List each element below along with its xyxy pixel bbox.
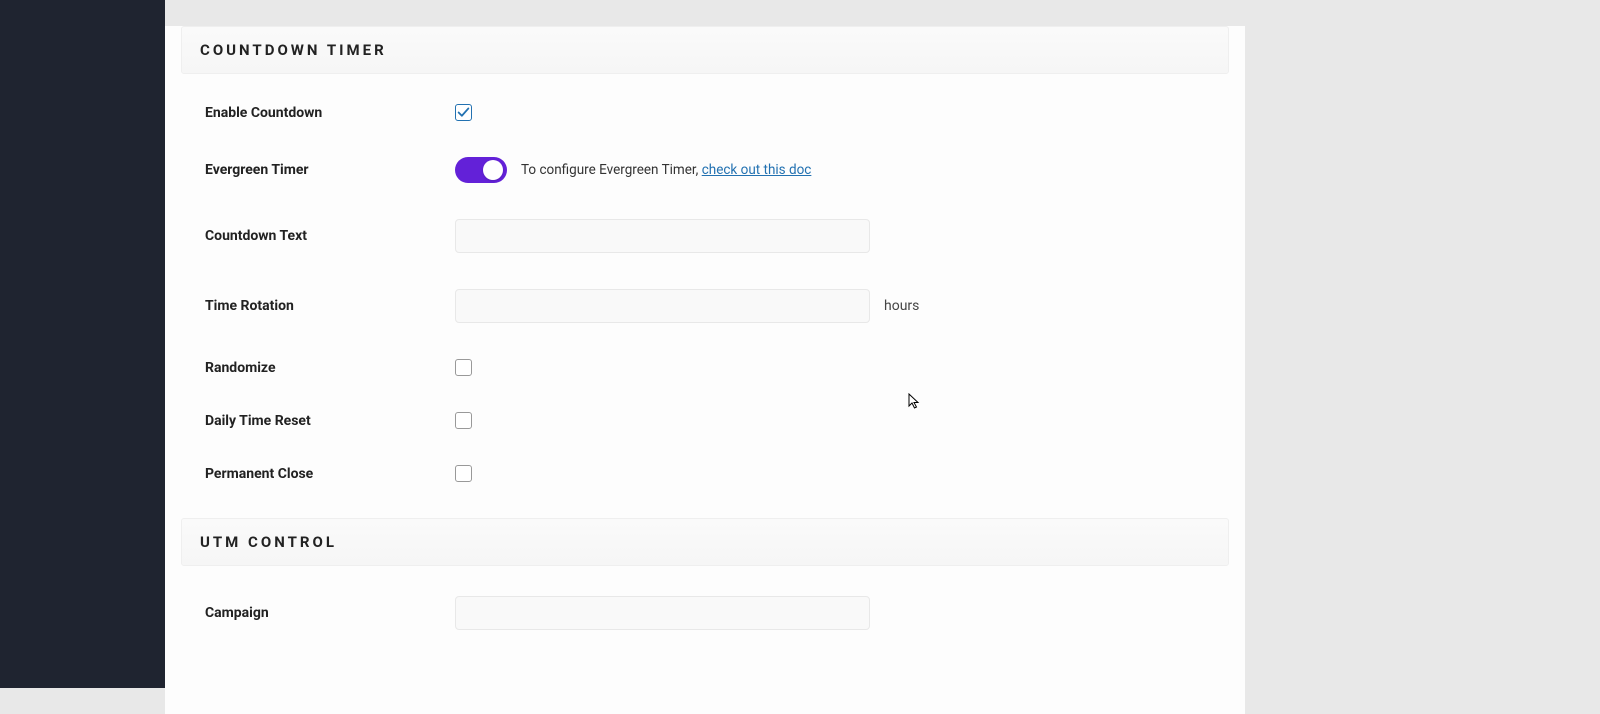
- checkbox-daily-time-reset[interactable]: [455, 412, 472, 429]
- section-title-utm: UTM CONTROL: [200, 533, 1210, 551]
- checkbox-permanent-close[interactable]: [455, 465, 472, 482]
- row-countdown-text: Countdown Text: [181, 219, 1229, 253]
- section-header-utm: UTM CONTROL: [181, 518, 1229, 566]
- content-area: COUNTDOWN TIMER Enable Countdown Evergre…: [165, 0, 1600, 688]
- row-time-rotation: Time Rotation hours: [181, 289, 1229, 323]
- checkbox-enable-countdown[interactable]: [455, 104, 472, 121]
- label-enable-countdown: Enable Countdown: [205, 105, 455, 121]
- label-countdown-text: Countdown Text: [205, 228, 455, 244]
- link-evergreen-doc[interactable]: check out this doc: [702, 162, 812, 178]
- help-evergreen-prefix: To configure Evergreen Timer,: [521, 162, 702, 178]
- row-permanent-close: Permanent Close: [181, 465, 1229, 482]
- label-campaign: Campaign: [205, 605, 455, 621]
- row-evergreen-timer: Evergreen Timer To configure Evergreen T…: [181, 157, 1229, 183]
- toggle-knob: [483, 160, 503, 180]
- row-randomize: Randomize: [181, 359, 1229, 376]
- section-title-countdown: COUNTDOWN TIMER: [200, 41, 1210, 59]
- row-enable-countdown: Enable Countdown: [181, 104, 1229, 121]
- label-time-rotation: Time Rotation: [205, 298, 455, 314]
- input-campaign[interactable]: [455, 596, 870, 630]
- suffix-hours: hours: [884, 298, 919, 314]
- checkbox-randomize[interactable]: [455, 359, 472, 376]
- admin-sidebar: [0, 0, 165, 688]
- toggle-evergreen-timer[interactable]: [455, 157, 507, 183]
- help-evergreen-timer: To configure Evergreen Timer, check out …: [521, 162, 811, 178]
- section-header-countdown: COUNTDOWN TIMER: [181, 26, 1229, 74]
- label-evergreen-timer: Evergreen Timer: [205, 162, 455, 178]
- input-time-rotation[interactable]: [455, 289, 870, 323]
- label-randomize: Randomize: [205, 360, 455, 376]
- label-permanent-close: Permanent Close: [205, 466, 455, 482]
- input-countdown-text[interactable]: [455, 219, 870, 253]
- label-daily-time-reset: Daily Time Reset: [205, 413, 455, 429]
- row-campaign: Campaign: [181, 596, 1229, 630]
- row-daily-time-reset: Daily Time Reset: [181, 412, 1229, 429]
- settings-panel: COUNTDOWN TIMER Enable Countdown Evergre…: [165, 26, 1245, 714]
